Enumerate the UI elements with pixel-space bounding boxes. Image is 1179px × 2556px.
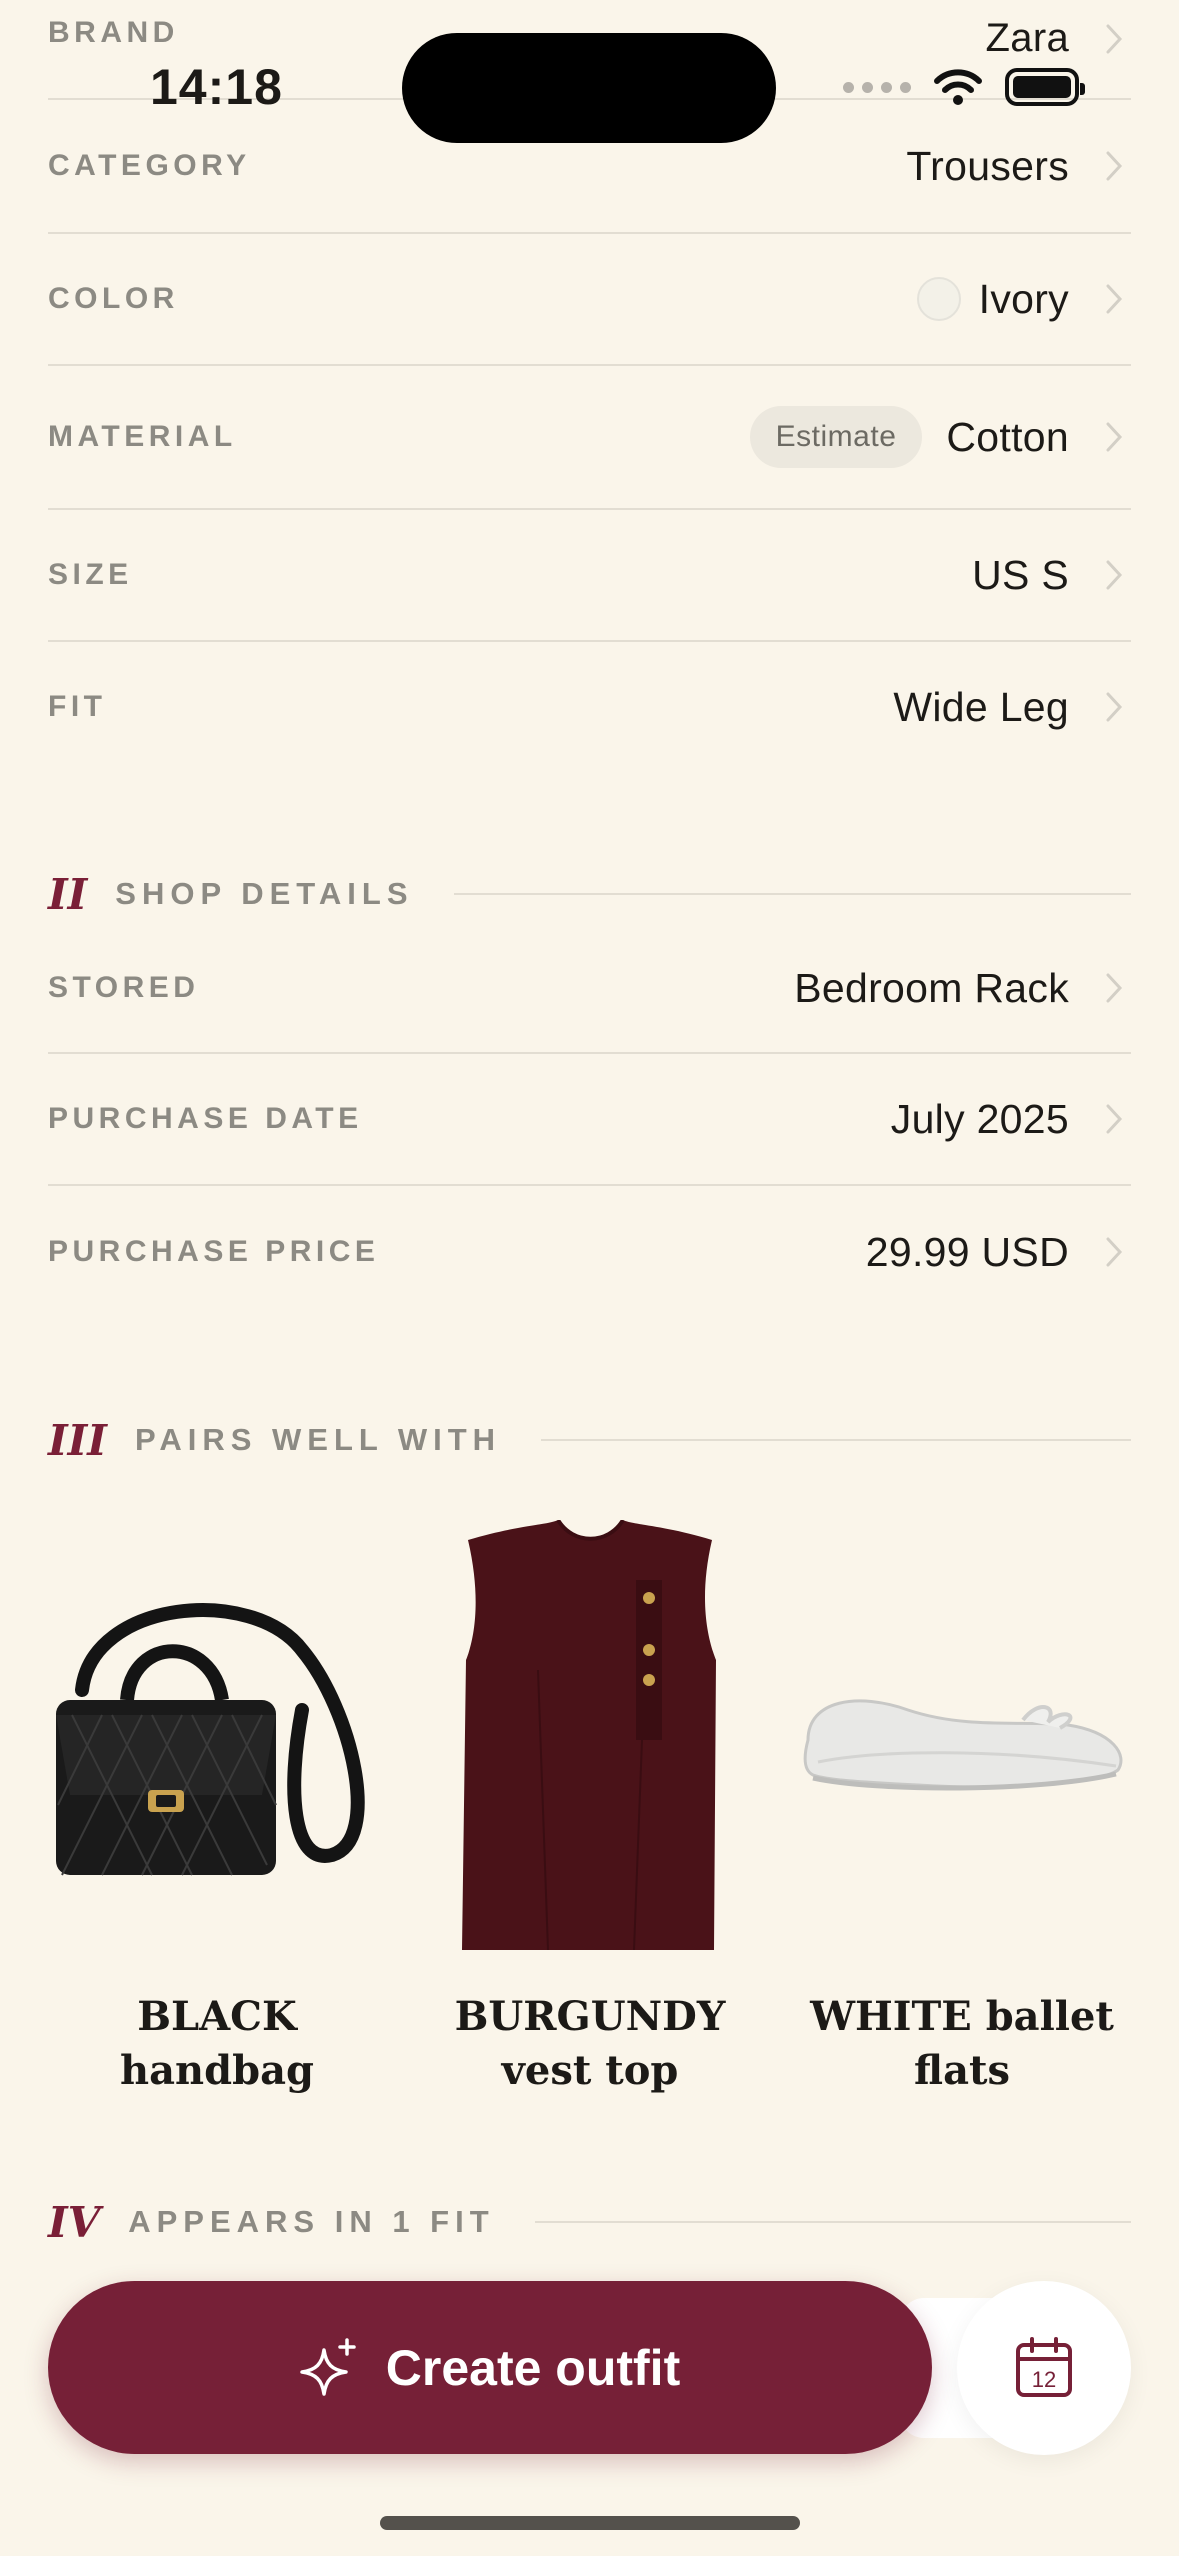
attr-row-size[interactable]: SIZE US S [48,510,1131,642]
shop-row-stored[interactable]: STORED Bedroom Rack [48,924,1131,1054]
section-divider [534,2221,1131,2223]
shop-row-purchase-price[interactable]: PURCHASE PRICE 29.99 USD [48,1186,1131,1318]
pair-caption: BURGUNDY vest top [420,1990,760,2098]
pair-caption: WHITE ballet flats [792,1990,1132,2098]
attr-label: BRAND [48,16,179,49]
chevron-right-icon [1097,417,1131,457]
pair-caption-line2: flats [914,2047,1010,2094]
pair-caption-line2: handbag [120,2047,314,2094]
attr-row-color[interactable]: COLOR Ivory [48,234,1131,366]
chevron-right-icon [1097,968,1131,1008]
calendar-icon: 12 [1016,2337,1072,2397]
calendar-button[interactable]: 12 [957,2281,1131,2455]
section-header-appears-in-fits: IV APPEARS IN 1 FIT [48,2192,1131,2252]
attr-value: Trousers [906,142,1069,189]
attr-label: FIT [48,690,107,723]
item-detail-screen: 14:18 BRAND Zara CATEGORY Trousers COLOR… [0,0,1179,2556]
create-outfit-button[interactable]: Create outfit [48,2281,932,2454]
section-title: SHOP DETAILS [115,876,414,911]
shop-value: Bedroom Rack [794,964,1069,1011]
shop-value: July 2025 [890,1095,1069,1142]
shop-label: PURCHASE PRICE [48,1235,380,1268]
attr-row-material[interactable]: MATERIAL Estimate Cotton [48,366,1131,510]
handbag-image [56,1603,365,1876]
chevron-right-icon [1097,555,1131,595]
battery-icon [1005,68,1085,106]
attr-value: Cotton [946,413,1069,460]
chevron-right-icon [1097,687,1131,727]
estimate-badge: Estimate [749,406,923,468]
ballet-flats-image [803,1699,1123,1791]
wifi-icon [934,69,982,105]
section-header-shop-details: II SHOP DETAILS [48,864,1131,924]
status-icons [843,64,1085,110]
section-numeral: III [48,1415,107,1465]
section-header-pairs-well-with: III PAIRS WELL WITH [48,1410,1131,1470]
chevron-right-icon [1097,1232,1131,1272]
section-title: PAIRS WELL WITH [134,1422,502,1457]
shop-value: 29.99 USD [865,1228,1069,1275]
attr-row-fit[interactable]: FIT Wide Leg [48,642,1131,772]
create-outfit-label: Create outfit [385,2339,681,2396]
pair-caption-line2: vest top [501,2047,679,2094]
attr-value: US S [972,551,1069,598]
attr-label: COLOR [48,282,179,315]
attr-value: Wide Leg [893,683,1069,730]
attr-label: MATERIAL [48,420,237,453]
chevron-right-icon [1097,146,1131,186]
shop-label: PURCHASE DATE [48,1102,363,1135]
shop-label: STORED [48,971,200,1004]
calendar-day: 12 [1032,2367,1056,2392]
pair-caption-line1: WHITE ballet [810,1993,1114,2040]
pair-caption-line1: BLACK [137,1993,297,2040]
chevron-right-icon [1097,279,1131,319]
section-divider [453,893,1131,895]
section-numeral: II [48,869,88,919]
attr-label: CATEGORY [48,149,251,182]
pair-caption: BLACK handbag [47,1990,387,2098]
cellular-signal-icon [843,81,911,93]
color-swatch [916,277,961,321]
section-divider [541,1439,1131,1441]
attr-value: Ivory [978,275,1069,322]
status-time: 14:18 [150,59,283,115]
section-numeral: IV [48,2197,101,2247]
home-indicator [380,2516,800,2530]
attr-value: Zara [985,16,1069,60]
dynamic-island [402,33,776,143]
shop-row-purchase-date[interactable]: PURCHASE DATE July 2025 [48,1054,1131,1186]
sparkle-icon [300,2337,356,2396]
attr-label: SIZE [48,558,133,591]
pair-caption-line1: BURGUNDY [454,1993,726,2040]
vest-top-image [462,1520,716,1951]
chevron-right-icon [1097,19,1131,59]
section-title: APPEARS IN 1 FIT [128,2204,495,2239]
chevron-right-icon [1097,1099,1131,1139]
